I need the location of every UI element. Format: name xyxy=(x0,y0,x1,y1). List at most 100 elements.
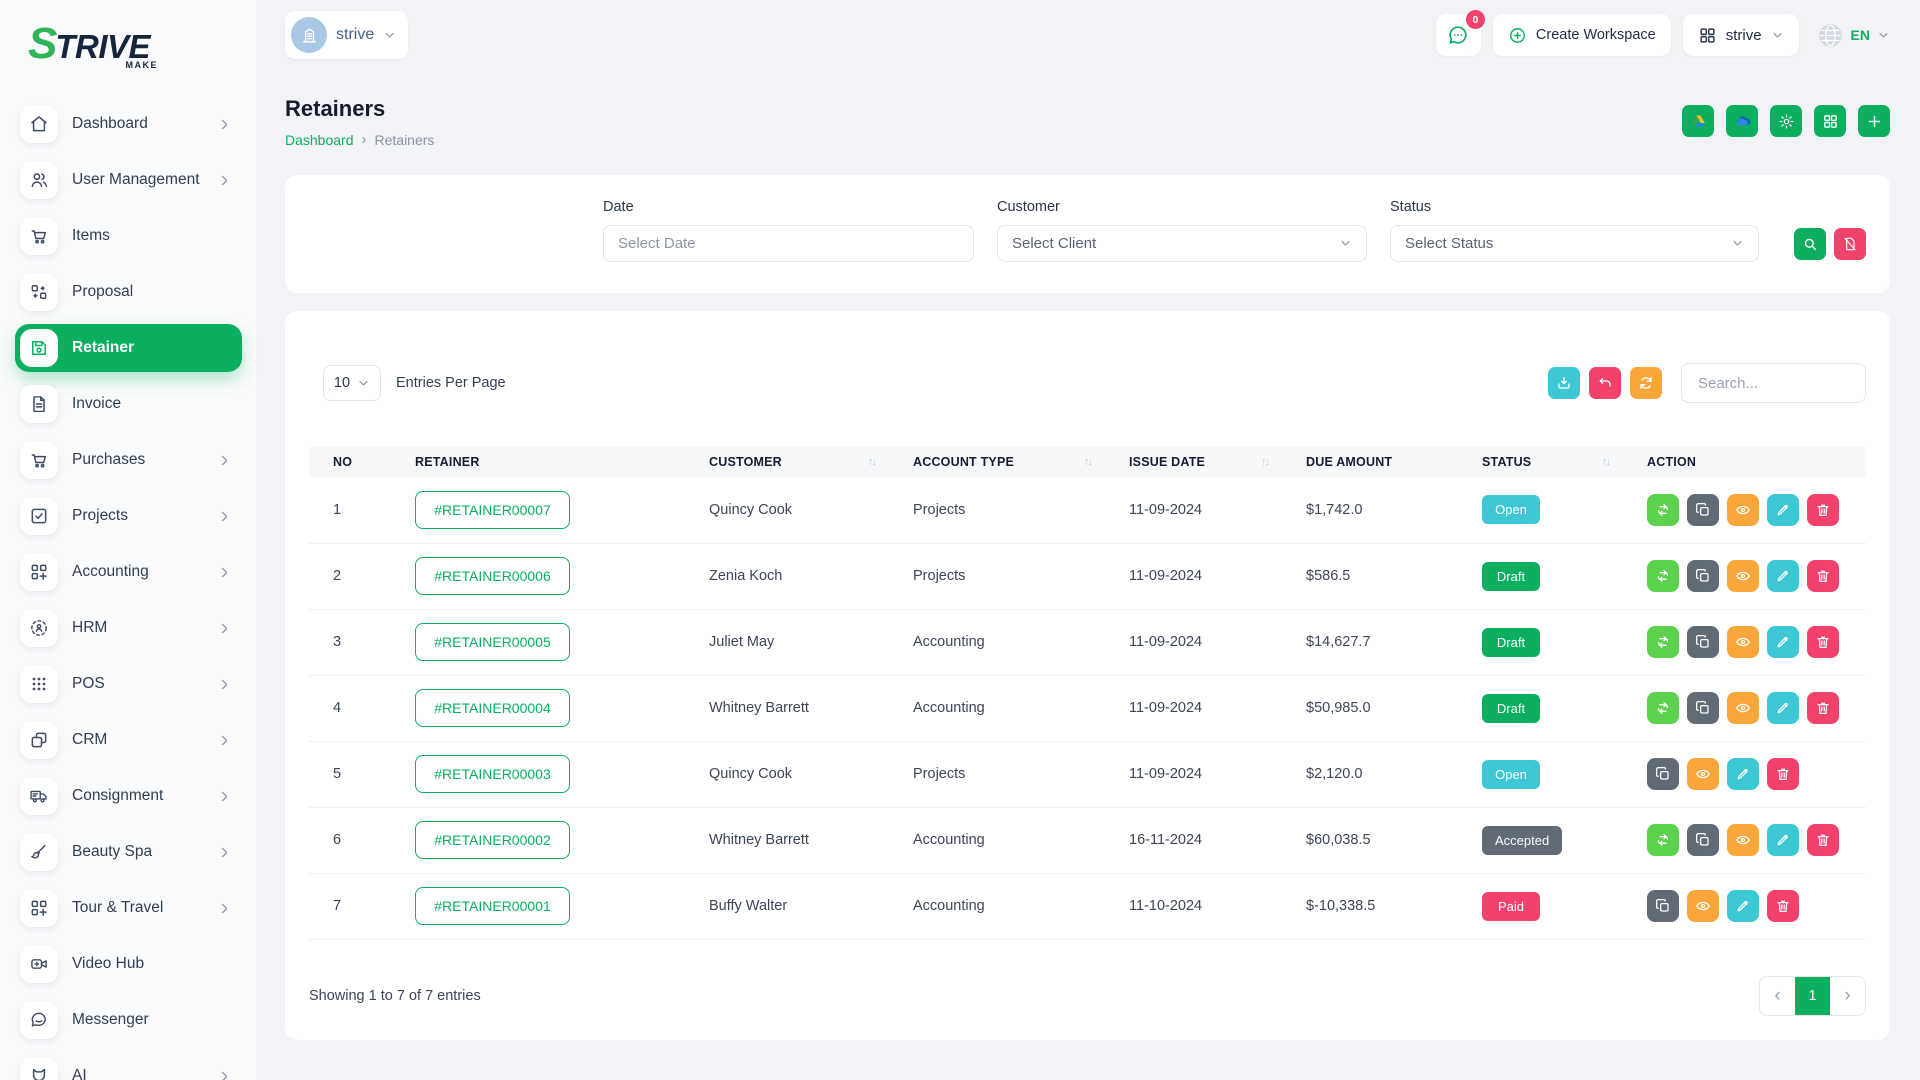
retainer-number-link[interactable]: #RETAINER00007 xyxy=(415,491,570,529)
trash-icon xyxy=(1815,700,1831,716)
sidebar-item-accounting[interactable]: Accounting xyxy=(15,548,242,596)
edit-button[interactable] xyxy=(1767,824,1799,856)
convert-button[interactable] xyxy=(1647,626,1679,658)
sidebar-item-ai[interactable]: AI xyxy=(15,1052,242,1080)
previous-page-button[interactable] xyxy=(1760,977,1795,1015)
convert-button[interactable] xyxy=(1647,692,1679,724)
view-button[interactable] xyxy=(1727,626,1759,658)
page-size-select[interactable]: 10 xyxy=(323,365,381,401)
sidebar-item-hrm[interactable]: HRM xyxy=(15,604,242,652)
edit-button[interactable] xyxy=(1767,494,1799,526)
refresh-button[interactable] xyxy=(1630,367,1662,399)
sidebar-item-retainer[interactable]: Retainer xyxy=(15,324,242,372)
edit-button[interactable] xyxy=(1767,626,1799,658)
sidebar-item-video-hub[interactable]: Video Hub xyxy=(15,940,242,988)
delete-button[interactable] xyxy=(1767,890,1799,922)
delete-button[interactable] xyxy=(1807,692,1839,724)
hrm-icon xyxy=(20,609,58,647)
sidebar-item-purchases[interactable]: Purchases xyxy=(15,436,242,484)
sidebar-item-proposal[interactable]: Proposal xyxy=(15,268,242,316)
sort-icon[interactable] xyxy=(868,456,881,468)
sidebar-item-items[interactable]: Items xyxy=(15,212,242,260)
google-drive-button[interactable] xyxy=(1682,105,1714,137)
convert-button[interactable] xyxy=(1647,494,1679,526)
export-button[interactable] xyxy=(1548,367,1580,399)
retainer-number-link[interactable]: #RETAINER00002 xyxy=(415,821,570,859)
delete-button[interactable] xyxy=(1807,824,1839,856)
create-workspace-button[interactable]: Create Workspace xyxy=(1493,14,1671,56)
current-page-button[interactable]: 1 xyxy=(1795,977,1830,1015)
sidebar-item-tour-travel[interactable]: Tour & Travel xyxy=(15,884,242,932)
sort-icon[interactable] xyxy=(1602,456,1615,468)
view-button[interactable] xyxy=(1727,824,1759,856)
add-retainer-button[interactable] xyxy=(1858,105,1890,137)
sidebar-item-projects[interactable]: Projects xyxy=(15,492,242,540)
duplicate-button[interactable] xyxy=(1687,494,1719,526)
retainer-number-link[interactable]: #RETAINER00003 xyxy=(415,755,570,793)
customer-cell: Quincy Cook xyxy=(685,741,889,807)
due-amount-cell: $-10,338.5 xyxy=(1282,873,1458,939)
convert-button[interactable] xyxy=(1647,560,1679,592)
convert-button[interactable] xyxy=(1647,824,1679,856)
retainer-number-link[interactable]: #RETAINER00004 xyxy=(415,689,570,727)
retainer-number-link[interactable]: #RETAINER00005 xyxy=(415,623,570,661)
sidebar-item-user-management[interactable]: User Management xyxy=(15,156,242,204)
sidebar-item-messenger[interactable]: Messenger xyxy=(15,996,242,1044)
sidebar-item-invoice[interactable]: Invoice xyxy=(15,380,242,428)
duplicate-button[interactable] xyxy=(1687,824,1719,856)
duplicate-button[interactable] xyxy=(1647,890,1679,922)
workspace-apps-button[interactable]: strive xyxy=(1683,14,1799,56)
edit-button[interactable] xyxy=(1727,890,1759,922)
page-head: Retainers Dashboard Retainers xyxy=(285,96,1890,148)
delete-button[interactable] xyxy=(1807,560,1839,592)
customer-filter-select[interactable]: Select Client xyxy=(997,225,1367,262)
workspace-selector[interactable]: strive xyxy=(285,11,408,59)
status-badge: Draft xyxy=(1482,694,1540,723)
view-button[interactable] xyxy=(1687,890,1719,922)
date-filter-input[interactable] xyxy=(603,225,974,262)
clear-filter-button[interactable] xyxy=(1834,228,1866,260)
eye-icon xyxy=(1735,832,1751,848)
delete-button[interactable] xyxy=(1807,626,1839,658)
messages-button[interactable]: 0 xyxy=(1436,14,1481,56)
delete-button[interactable] xyxy=(1807,494,1839,526)
view-button[interactable] xyxy=(1727,560,1759,592)
view-button[interactable] xyxy=(1727,692,1759,724)
status-badge: Paid xyxy=(1482,892,1540,921)
onedrive-button[interactable] xyxy=(1726,105,1758,137)
grid-icon xyxy=(1698,26,1717,45)
app-logo[interactable]: STRIVE MAKE xyxy=(0,0,256,88)
status-filter-select[interactable]: Select Status xyxy=(1390,225,1759,262)
table-search-input[interactable] xyxy=(1681,363,1866,403)
duplicate-button[interactable] xyxy=(1687,692,1719,724)
duplicate-button[interactable] xyxy=(1687,560,1719,592)
view-button[interactable] xyxy=(1727,494,1759,526)
table-row: 5 #RETAINER00003 Quincy Cook Projects 11… xyxy=(309,741,1866,807)
sidebar-item-consignment[interactable]: Consignment xyxy=(15,772,242,820)
language-selector[interactable]: EN xyxy=(1817,22,1890,49)
grid-view-button[interactable] xyxy=(1814,105,1846,137)
eye-icon xyxy=(1695,766,1711,782)
edit-button[interactable] xyxy=(1767,560,1799,592)
sidebar-item-crm[interactable]: CRM xyxy=(15,716,242,764)
sidebar-item-beauty-spa[interactable]: Beauty Spa xyxy=(15,828,242,876)
edit-button[interactable] xyxy=(1727,758,1759,790)
next-page-button[interactable] xyxy=(1830,977,1865,1015)
view-button[interactable] xyxy=(1687,758,1719,790)
retainer-number-link[interactable]: #RETAINER00001 xyxy=(415,887,570,925)
settings-button[interactable] xyxy=(1770,105,1802,137)
retainer-number-link[interactable]: #RETAINER00006 xyxy=(415,557,570,595)
no-cell: 3 xyxy=(309,609,391,675)
sort-icon[interactable] xyxy=(1084,456,1097,468)
duplicate-button[interactable] xyxy=(1647,758,1679,790)
edit-button[interactable] xyxy=(1767,692,1799,724)
sidebar-item-dashboard[interactable]: Dashboard xyxy=(15,100,242,148)
delete-button[interactable] xyxy=(1767,758,1799,790)
breadcrumb-dashboard-link[interactable]: Dashboard xyxy=(285,132,354,148)
apply-filter-button[interactable] xyxy=(1794,228,1826,260)
undo-button[interactable] xyxy=(1589,367,1621,399)
sidebar-item-pos[interactable]: POS xyxy=(15,660,242,708)
sort-icon[interactable] xyxy=(1261,456,1274,468)
logo-sub: MAKE xyxy=(126,60,159,70)
duplicate-button[interactable] xyxy=(1687,626,1719,658)
